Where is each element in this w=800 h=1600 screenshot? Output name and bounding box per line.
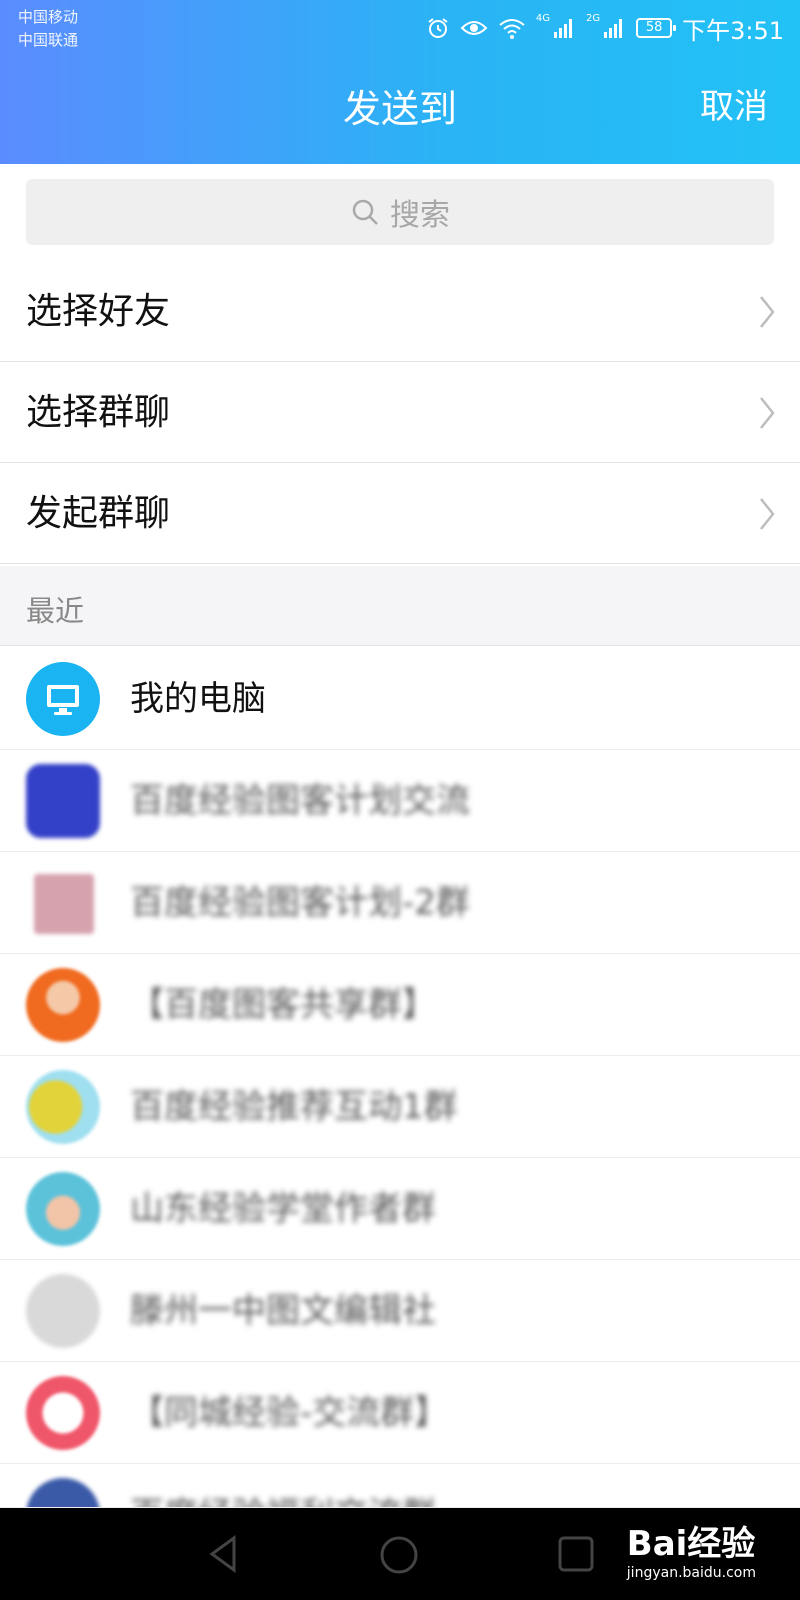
status-time: 下午3:51 xyxy=(682,16,784,45)
battery-icon: 58 xyxy=(636,18,677,38)
group-avatar xyxy=(26,1172,100,1246)
list-item[interactable]: 百度经验图客计划-2群 xyxy=(0,852,800,954)
contact-name: 山东经验学堂作者群 xyxy=(130,1189,436,1229)
home-icon[interactable] xyxy=(378,1534,420,1576)
chevron-right-icon xyxy=(760,296,775,328)
alarm-icon xyxy=(428,18,448,38)
computer-icon xyxy=(26,662,100,736)
eye-icon xyxy=(460,21,488,35)
contact-name: 我的电脑 xyxy=(130,679,266,719)
cancel-button[interactable]: 取消 xyxy=(700,82,768,132)
status-icons: 4G 2G 58 下午3:51 xyxy=(426,10,784,46)
contact-name: 滕州一中图文编辑社 xyxy=(130,1291,436,1331)
contact-name: 百度经验图客计划-2群 xyxy=(130,883,470,923)
wifi-icon xyxy=(499,19,525,39)
carrier-1: 中国移动 xyxy=(18,8,79,26)
group-avatar xyxy=(26,1376,100,1450)
search-placeholder: 搜索 xyxy=(390,198,450,233)
section-label: 最近 xyxy=(26,594,85,628)
list-item[interactable]: 百度经验福利交流群 xyxy=(0,1464,800,1508)
contact-name: 【同城经验-交流群】 xyxy=(130,1393,449,1433)
back-icon[interactable] xyxy=(204,1534,244,1574)
system-nav-bar: Bai经验 jingyan.baidu.com xyxy=(0,1508,800,1600)
group-avatar xyxy=(26,764,100,838)
signal-icon xyxy=(553,19,572,38)
recent-apps-icon[interactable] xyxy=(556,1534,596,1574)
chevron-right-icon xyxy=(760,397,775,429)
watermark-brand: Bai经验 xyxy=(626,1524,756,1564)
watermark-site: jingyan.baidu.com xyxy=(626,1565,756,1581)
select-friends-item[interactable]: 选择好友 xyxy=(0,262,800,362)
list-item[interactable]: 【百度图客共享群】 xyxy=(0,954,800,1056)
menu-item-label: 选择群聊 xyxy=(26,392,171,433)
menu-item-label: 选择好友 xyxy=(26,291,171,332)
list-item[interactable]: 【同城经验-交流群】 xyxy=(0,1362,800,1464)
recent-section-header: 最近 xyxy=(0,566,800,646)
baidu-jingyan-watermark: Bai经验 jingyan.baidu.com xyxy=(627,1516,756,1581)
chevron-right-icon xyxy=(760,498,775,530)
contact-name: 百度经验福利交流群 xyxy=(130,1491,436,1507)
contact-name: 百度经验图客计划交流 xyxy=(130,781,470,821)
app-header: 中国移动 中国联通 4G 2G 58 下午3:51 发送到 取消 xyxy=(0,0,800,164)
search-icon xyxy=(352,199,378,225)
list-item[interactable]: 山东经验学堂作者群 xyxy=(0,1158,800,1260)
group-avatar xyxy=(26,1274,100,1348)
group-avatar xyxy=(26,1478,100,1507)
list-item[interactable]: 我的电脑 xyxy=(0,648,800,750)
search-bar[interactable]: 搜索 xyxy=(26,179,774,245)
group-avatar xyxy=(34,874,94,934)
menu-item-label: 发起群聊 xyxy=(26,493,171,534)
carrier-2: 中国联通 xyxy=(18,31,79,49)
list-item[interactable]: 百度经验推荐互动1群 xyxy=(0,1056,800,1158)
signal-icon xyxy=(604,19,623,38)
network-type-2: 2G xyxy=(585,12,601,24)
list-item[interactable]: 滕州一中图文编辑社 xyxy=(0,1260,800,1362)
group-avatar xyxy=(26,968,100,1042)
page-title: 发送到 xyxy=(342,87,457,131)
carrier-info: 中国移动 中国联通 xyxy=(18,6,78,52)
contact-name: 百度经验推荐互动1群 xyxy=(130,1087,458,1127)
start-group-chat-item[interactable]: 发起群聊 xyxy=(0,464,800,564)
list-item[interactable]: 百度经验图客计划交流 xyxy=(0,750,800,852)
network-type-1: 4G xyxy=(535,12,550,24)
contact-name: 【百度图客共享群】 xyxy=(130,985,436,1025)
group-avatar xyxy=(26,1070,100,1144)
select-groups-item[interactable]: 选择群聊 xyxy=(0,363,800,463)
